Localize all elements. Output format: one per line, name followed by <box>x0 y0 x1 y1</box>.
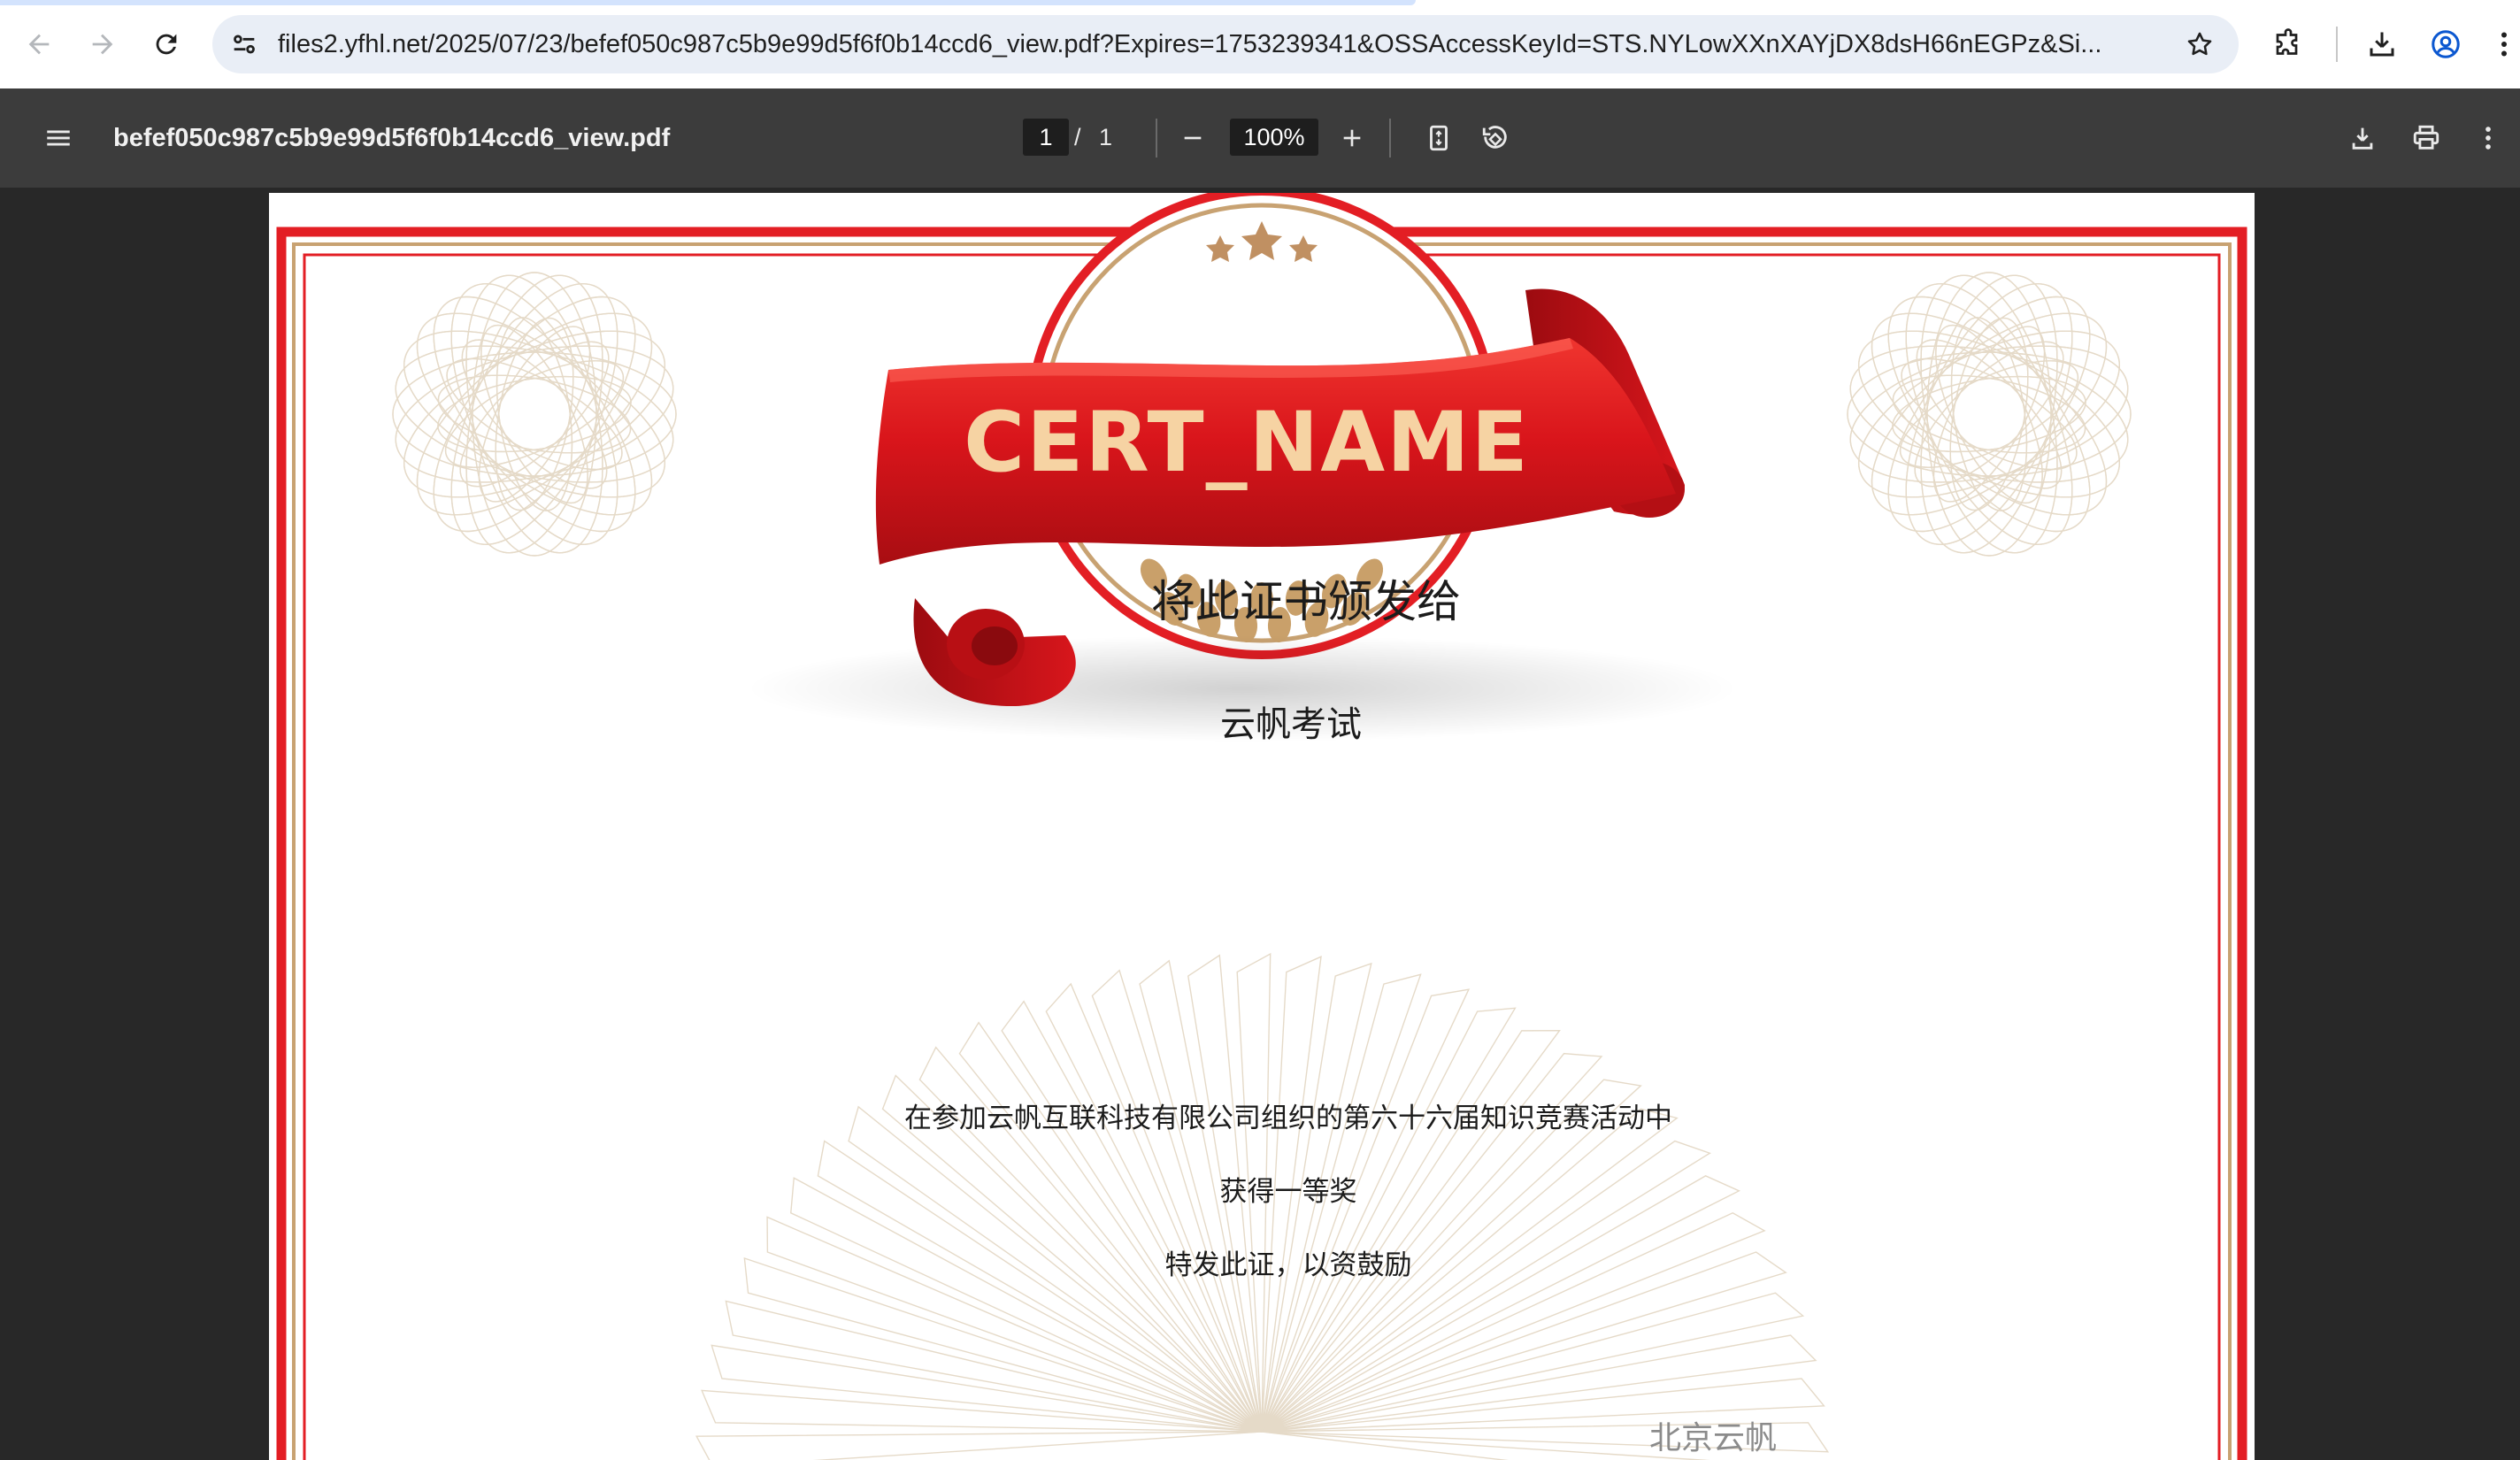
forward-button[interactable] <box>81 23 124 65</box>
pdf-viewer-toolbar: befef050c987c5b9e99d5f6f0b14ccd6_view.pd… <box>0 88 2520 188</box>
more-vert-icon[interactable] <box>2470 117 2506 159</box>
menu-icon[interactable] <box>37 117 80 159</box>
reload-button[interactable] <box>145 23 188 65</box>
pdf-file-name: befef050c987c5b9e99d5f6f0b14ccd6_view.pd… <box>113 124 671 152</box>
extensions-icon[interactable] <box>2269 25 2308 64</box>
toolbar-divider <box>1389 119 1391 158</box>
banner-cert-name: CERT_NAME <box>964 395 1530 491</box>
document-viewport[interactable]: CERT_NAME 将此证书颁发给 云帆考试 在参加云帆互联科技有限公司组织的第… <box>0 188 2520 1460</box>
bookmark-star-icon[interactable] <box>2182 27 2217 62</box>
back-button[interactable] <box>18 23 60 65</box>
print-icon[interactable] <box>2405 117 2447 159</box>
page-separator: / <box>1074 124 1081 150</box>
award-line-prize: 获得一等奖 <box>1219 1176 1357 1208</box>
toolbar-divider <box>2336 27 2338 62</box>
toolbar-divider <box>1156 119 1157 158</box>
rotate-icon[interactable] <box>1474 117 1517 159</box>
page-total: 1 <box>1099 124 1113 150</box>
browser-toolbar: files2.yfhl.net/2025/07/23/befef050c987c… <box>0 0 2520 88</box>
zoom-out-icon[interactable] <box>1172 117 1214 159</box>
reload-icon <box>156 34 177 55</box>
recipient-name: 云帆考试 <box>1220 704 1362 745</box>
certificate-title: 将此证书颁发给 <box>1151 576 1461 627</box>
profile-icon[interactable] <box>2426 25 2465 64</box>
certificate-page: CERT_NAME 将此证书颁发给 云帆考试 在参加云帆互联科技有限公司组织的第… <box>269 193 2255 1460</box>
ribbon-left-curl-hole <box>972 626 1018 665</box>
download-icon[interactable] <box>2362 25 2401 64</box>
url-text[interactable]: files2.yfhl.net/2025/07/23/befef050c987c… <box>278 15 2171 73</box>
forward-icon <box>92 34 113 55</box>
download-icon[interactable] <box>2341 117 2384 159</box>
address-bar[interactable]: files2.yfhl.net/2025/07/23/befef050c987c… <box>212 15 2239 73</box>
zoom-in-icon[interactable] <box>1331 117 1373 159</box>
more-vert-icon[interactable] <box>2488 25 2520 64</box>
back-icon <box>28 34 50 55</box>
award-line-encouragement: 特发此证，以资鼓励 <box>1164 1249 1412 1281</box>
zoom-level-input[interactable]: 100% <box>1230 119 1318 156</box>
page-number-input[interactable]: 1 <box>1023 119 1069 156</box>
tab-strip-accent <box>0 0 1416 5</box>
fit-page-icon[interactable] <box>1418 117 1460 159</box>
award-line-event: 在参加云帆互联科技有限公司组织的第六十六届知识竞赛活动中 <box>904 1103 1672 1134</box>
issuer-name: 北京云帆 <box>1649 1420 1778 1456</box>
site-info-icon[interactable] <box>227 27 262 62</box>
